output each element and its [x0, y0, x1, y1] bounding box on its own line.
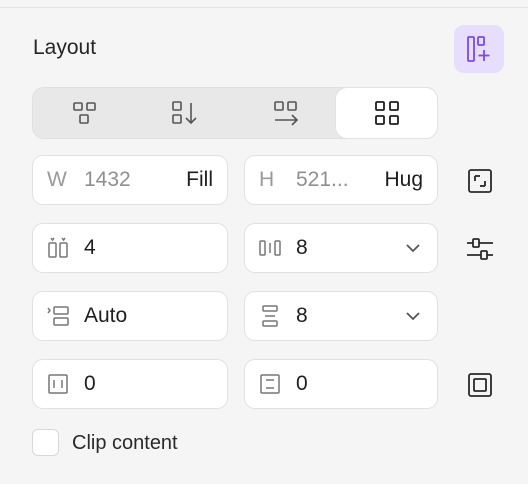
mode-freeform-button[interactable] [34, 88, 135, 138]
clip-content-checkbox[interactable] [32, 429, 59, 456]
rows-field[interactable]: Auto [32, 291, 228, 341]
mode-horizontal-button[interactable] [235, 88, 336, 138]
padding-sides-icon [467, 372, 493, 398]
independent-padding-button[interactable] [464, 369, 496, 401]
row-gap-icon [258, 304, 282, 328]
column-gap-field[interactable]: 8 [244, 223, 438, 273]
width-field[interactable]: W 1432 Fill [32, 155, 228, 205]
top-divider [0, 7, 528, 8]
column-gap-icon [258, 236, 282, 260]
columns-field[interactable]: 4 [32, 223, 228, 273]
rows-value[interactable]: Auto [84, 304, 127, 328]
panel-title: Layout [33, 36, 97, 59]
columns-value[interactable]: 4 [84, 236, 96, 260]
resize-to-fit-icon [467, 168, 493, 194]
horizontal-stack-icon [272, 100, 300, 126]
chevron-down-icon[interactable] [405, 311, 421, 321]
layout-mode-segmented-control [32, 87, 438, 139]
vertical-padding-icon [258, 372, 282, 396]
vertical-padding-value[interactable]: 0 [296, 372, 308, 396]
clip-content-label: Clip content [72, 432, 178, 454]
mode-vertical-button[interactable] [134, 88, 235, 138]
add-layout-button[interactable] [454, 25, 504, 73]
advanced-settings-button[interactable] [464, 233, 496, 265]
sliders-icon [465, 235, 495, 263]
rows-icon [46, 304, 70, 328]
row-gap-value[interactable]: 8 [296, 304, 308, 328]
width-value[interactable]: 1432 [84, 168, 131, 192]
vertical-padding-field[interactable]: 0 [244, 359, 438, 409]
height-mode-dropdown[interactable]: Hug [384, 168, 423, 192]
columns-icon [46, 236, 70, 260]
vertical-stack-icon [171, 100, 199, 126]
chevron-down-icon[interactable] [405, 243, 421, 253]
height-value[interactable]: 521... [296, 168, 349, 192]
width-label: W [47, 168, 67, 191]
width-mode-dropdown[interactable]: Fill [186, 168, 213, 192]
mode-grid-button[interactable] [336, 88, 437, 138]
horizontal-padding-value[interactable]: 0 [84, 372, 96, 396]
resize-to-fit-button[interactable] [464, 165, 496, 197]
column-gap-value[interactable]: 8 [296, 236, 308, 260]
height-field[interactable]: H 521... Hug [244, 155, 438, 205]
row-gap-field[interactable]: 8 [244, 291, 438, 341]
height-label: H [259, 168, 275, 191]
horizontal-padding-icon [46, 372, 70, 396]
grid-layout-icon [374, 100, 400, 126]
horizontal-padding-field[interactable]: 0 [32, 359, 228, 409]
freeform-layout-icon [72, 101, 98, 125]
layout-add-icon [467, 36, 491, 62]
